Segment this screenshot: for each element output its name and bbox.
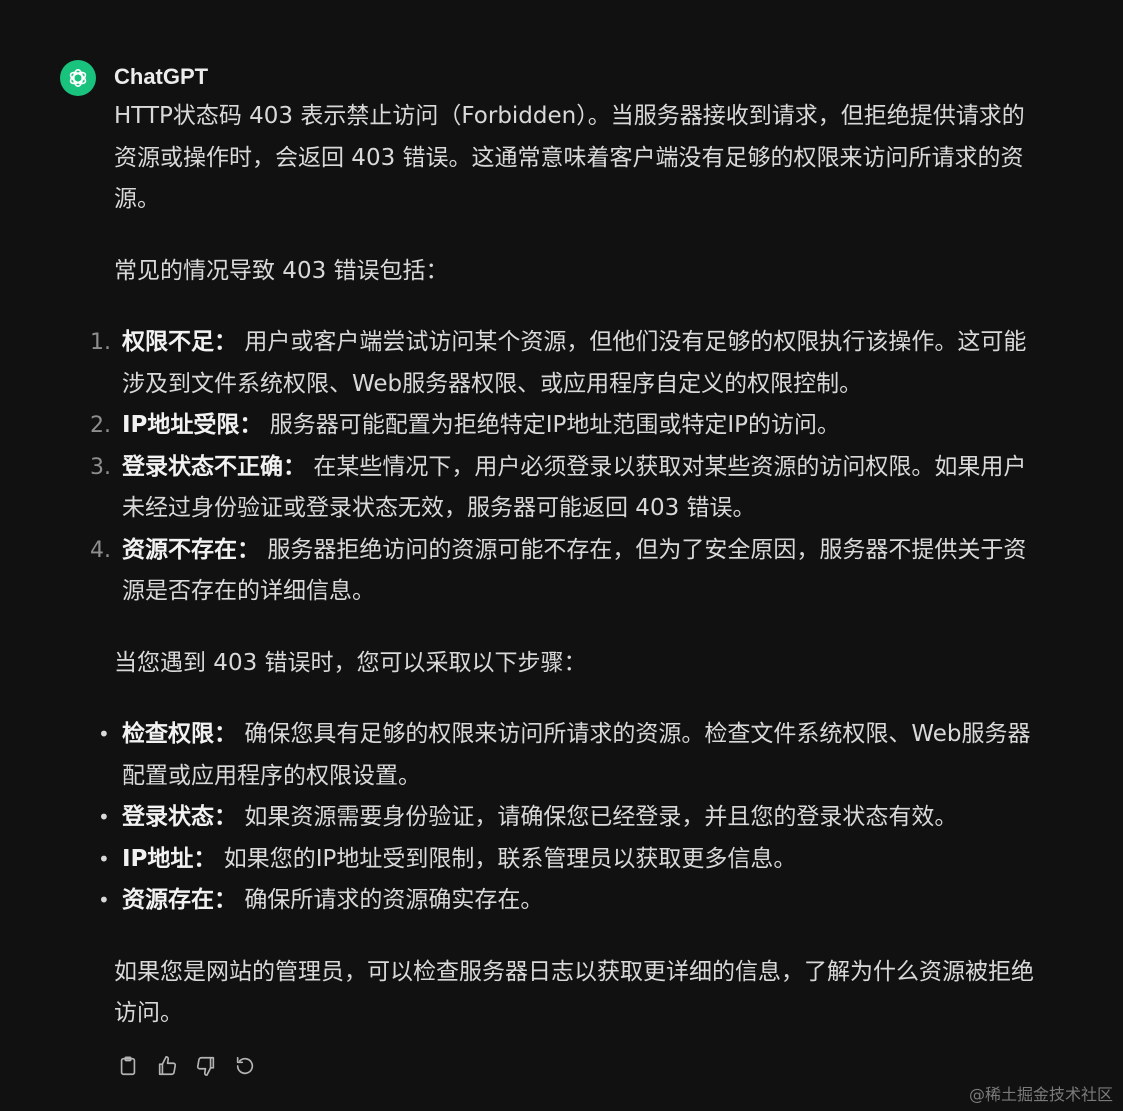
thumbs-up-icon: [158, 1055, 176, 1075]
assistant-message: ChatGPT HTTP状态码 403 表示禁止访问（Forbidden）。当服…: [0, 0, 1123, 1111]
bullet: •: [98, 805, 110, 829]
steps-list: • 检查权限： 确保您具有足够的权限来访问所请求的资源。检查文件系统权限、Web…: [98, 714, 1044, 922]
list-text: 服务器可能配置为拒绝特定IP地址范围或特定IP的访问。: [269, 412, 841, 438]
list-item: • 资源存在： 确保所请求的资源确实存在。: [98, 880, 1044, 922]
list-item: • 检查权限： 确保您具有足够的权限来访问所请求的资源。检查文件系统权限、Web…: [98, 714, 1044, 797]
copy-button[interactable]: [114, 1052, 141, 1079]
list-term: IP地址：: [122, 845, 217, 872]
regenerate-button[interactable]: [231, 1052, 258, 1079]
list-term: 权限不足：: [122, 329, 237, 355]
clipboard-icon: [120, 1055, 135, 1075]
list-term: 登录状态：: [122, 804, 237, 830]
list-text: 用户或客户端尝试访问某个资源，但他们没有足够的权限执行该操作。这可能涉及到文件系…: [122, 329, 1027, 397]
regenerate-icon: [236, 1056, 253, 1074]
list-item: 1. 权限不足： 用户或客户端尝试访问某个资源，但他们没有足够的权限执行该操作。…: [90, 322, 1044, 405]
list-item: 3. 登录状态不正确： 在某些情况下，用户必须登录以获取对某些资源的访问权限。如…: [90, 447, 1044, 530]
list-item: • IP地址： 如果您的IP地址受到限制，联系管理员以获取更多信息。: [98, 839, 1044, 881]
list-term: IP地址受限：: [122, 412, 263, 438]
bullet: •: [98, 888, 110, 912]
list-term: 资源存在：: [122, 887, 237, 913]
avatar: [60, 60, 96, 96]
list-number: 2.: [90, 413, 111, 438]
list-number: 3.: [90, 454, 111, 480]
list-term: 登录状态不正确：: [122, 453, 306, 480]
author-name: ChatGPT: [114, 64, 209, 89]
causes-lead: 常见的情况导致 403 错误包括：: [114, 257, 449, 284]
causes-list: 1. 权限不足： 用户或客户端尝试访问某个资源，但他们没有足够的权限执行该操作。…: [90, 322, 1044, 613]
intro-paragraph: HTTP状态码 403 表示禁止访问（Forbidden）。当服务器接收到请求，…: [114, 103, 1025, 212]
message-content: HTTP状态码 403 表示禁止访问（Forbidden）。当服务器接收到请求，…: [90, 96, 1044, 1035]
list-term: 检查权限：: [122, 721, 237, 747]
list-item: 2. IP地址受限： 服务器可能配置为拒绝特定IP地址范围或特定IP的访问。: [90, 405, 1044, 447]
openai-logo-icon: [69, 69, 87, 87]
list-item: • 登录状态： 如果资源需要身份验证，请确保您已经登录，并且您的登录状态有效。: [98, 797, 1044, 839]
bullet: •: [98, 722, 110, 746]
conclusion-paragraph: 如果您是网站的管理员，可以检查服务器日志以获取更详细的信息，了解为什么资源被拒绝…: [114, 958, 1034, 1027]
bullet: •: [98, 846, 110, 871]
list-term: 资源不存在：: [122, 536, 260, 563]
list-text: 如果资源需要身份验证，请确保您已经登录，并且您的登录状态有效。: [244, 804, 958, 830]
list-text: 如果您的IP地址受到限制，联系管理员以获取更多信息。: [223, 845, 797, 872]
message-actions: [114, 1052, 258, 1079]
list-text: 确保所请求的资源确实存在。: [244, 887, 544, 913]
steps-lead: 当您遇到 403 错误时，您可以采取以下步骤：: [114, 649, 587, 676]
like-button[interactable]: [153, 1052, 180, 1079]
list-number: 4.: [90, 537, 111, 563]
dislike-button[interactable]: [192, 1052, 219, 1079]
list-text: 确保您具有足够的权限来访问所请求的资源。检查文件系统权限、Web服务器配置或应用…: [122, 721, 1031, 789]
watermark: @稀土掘金技术社区: [968, 1085, 1113, 1104]
thumbs-down-icon: [196, 1056, 214, 1076]
list-item: 4. 资源不存在： 服务器拒绝访问的资源可能不存在，但为了安全原因，服务器不提供…: [90, 530, 1044, 613]
list-number: 1.: [90, 330, 111, 355]
